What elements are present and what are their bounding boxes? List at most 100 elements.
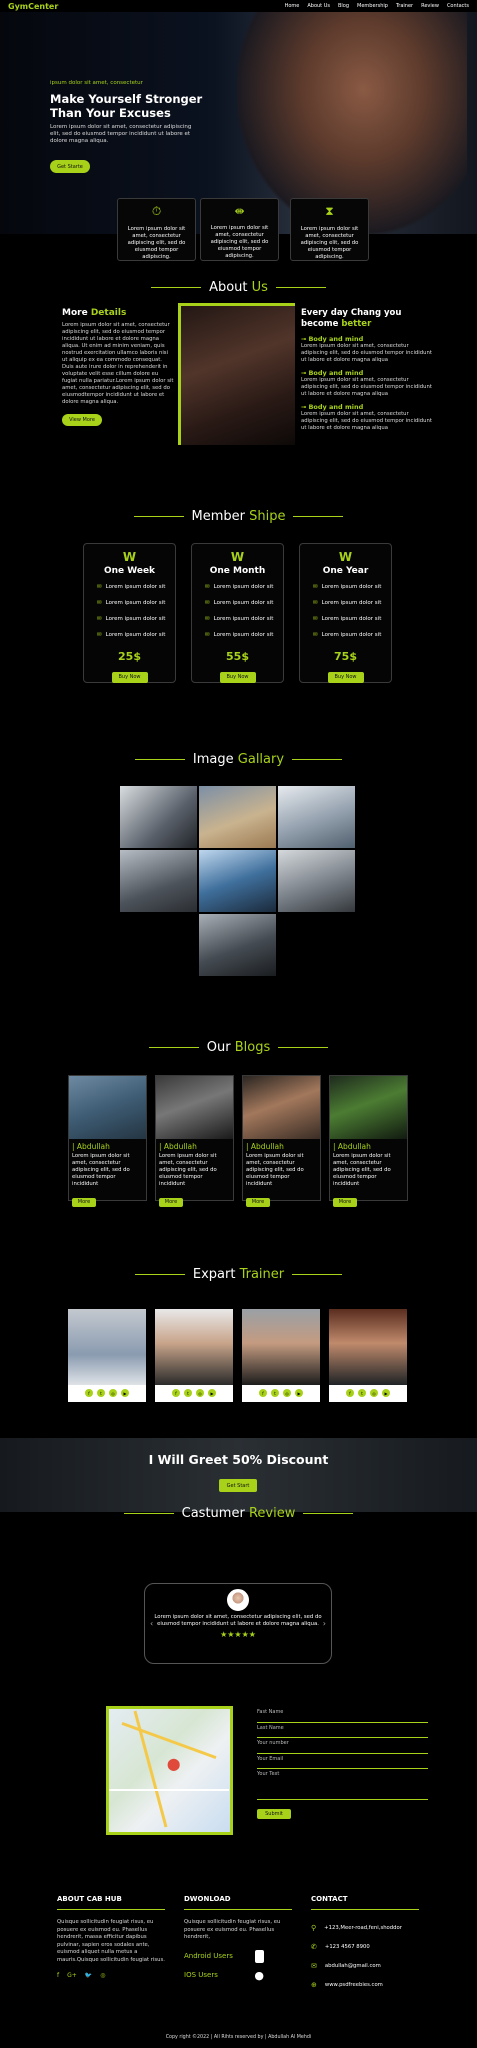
nav-membership[interactable]: Membership: [357, 3, 388, 9]
chevron-left-icon[interactable]: ‹: [150, 1619, 153, 1628]
blog-card: | Abdullah Lorem ipsum dolor sit amet, c…: [68, 1075, 147, 1207]
apple-icon: ●: [254, 1968, 264, 1982]
contact-form: Fast Name Last Name Your number Your Ema…: [257, 1707, 428, 1819]
location-map[interactable]: ⬤: [106, 1706, 233, 1835]
more-button[interactable]: More: [333, 1197, 357, 1207]
blog-card: | Abdullah Lorem ipsum dolor sit amet, c…: [329, 1075, 408, 1207]
plan-price: 75$: [334, 650, 357, 663]
submit-button[interactable]: Submit: [257, 1809, 291, 1819]
feature-card: ⇼ Lorem ipsum dolor sit amet, consectetu…: [200, 198, 279, 261]
facebook-icon[interactable]: f: [346, 1389, 354, 1397]
buy-now-button[interactable]: Buy Now: [219, 671, 256, 683]
phone-icon: ✆: [311, 1942, 317, 1951]
twitter-icon[interactable]: t: [271, 1389, 279, 1397]
chevron-right-icon[interactable]: ›: [323, 1619, 326, 1628]
buy-now-button[interactable]: Buy Now: [111, 671, 148, 683]
ios-link[interactable]: IOS Users: [184, 1971, 218, 1979]
gallery-image[interactable]: [199, 914, 276, 976]
get-started-button[interactable]: Get Starte: [50, 160, 90, 173]
more-button[interactable]: More: [72, 1197, 96, 1207]
view-more-button[interactable]: View More: [62, 414, 102, 426]
twitter-icon[interactable]: t: [97, 1389, 105, 1397]
nav-review[interactable]: Review: [421, 3, 439, 9]
facebook-icon[interactable]: f: [85, 1389, 93, 1397]
google-plus-icon[interactable]: G+: [67, 1972, 77, 1979]
instagram-icon[interactable]: ◎: [370, 1389, 378, 1397]
more-button[interactable]: More: [159, 1197, 183, 1207]
map-pin-icon: ⬤: [167, 1757, 181, 1771]
more-button[interactable]: More: [246, 1197, 270, 1207]
nav-blog[interactable]: Blog: [338, 3, 349, 9]
plan-name: One Month: [209, 566, 266, 576]
blog-card: | Abdullah Lorem ipsum dolor sit amet, c…: [242, 1075, 321, 1207]
trainer-photo: [242, 1309, 320, 1385]
blog-text: Lorem ipsum dolor sit amet, consectetur …: [159, 1153, 217, 1187]
site-logo[interactable]: GymCenter: [8, 2, 58, 11]
message-field[interactable]: Your Text: [257, 1769, 428, 1800]
twitter-icon[interactable]: t: [358, 1389, 366, 1397]
nav-about[interactable]: About Us: [307, 3, 330, 9]
mail-icon: ✉: [311, 1961, 317, 1970]
trainer-card: f t ◎ ▶: [155, 1309, 233, 1402]
email-field[interactable]: Your Email: [257, 1754, 428, 1769]
android-link[interactable]: Android Users: [184, 1952, 233, 1960]
instagram-icon[interactable]: ◎: [196, 1389, 204, 1397]
instagram-icon[interactable]: ◎: [283, 1389, 291, 1397]
trainer-photo: [155, 1309, 233, 1385]
copyright: Copy right ©2022 | All Rihts reserved by…: [165, 2035, 312, 2040]
feature-text: Lorem ipsum dolor sit amet, consectetur …: [127, 226, 186, 260]
blog-image: [330, 1076, 407, 1139]
youtube-icon[interactable]: ▶: [382, 1389, 390, 1397]
blog-author: | Abdullah: [72, 1142, 110, 1151]
twitter-icon[interactable]: 🐦: [85, 1972, 92, 1979]
gallery-image[interactable]: [278, 850, 355, 912]
gallery-image[interactable]: [199, 786, 276, 848]
trainer-card: f t ◎ ▶: [68, 1309, 146, 1402]
gallery-image[interactable]: [278, 786, 355, 848]
dumbbell-icon: ⊸: [301, 335, 307, 343]
youtube-icon[interactable]: ▶: [208, 1389, 216, 1397]
point-text: Lorem ipsum dolor sit amet, consectetur …: [301, 377, 432, 397]
first-name-field[interactable]: Fast Name: [257, 1707, 428, 1723]
instagram-icon[interactable]: ◎: [100, 1972, 105, 1979]
twitter-icon[interactable]: t: [184, 1389, 192, 1397]
nav-trainer[interactable]: Trainer: [396, 3, 413, 9]
nav-contacts[interactable]: Contacts: [447, 3, 469, 9]
gallery-image[interactable]: [120, 850, 197, 912]
number-field[interactable]: Your number: [257, 1738, 428, 1754]
blog-author: | Abdullah: [159, 1142, 197, 1151]
point-text: Lorem ipsum dolor sit amet, consectetur …: [301, 411, 432, 431]
blog-author: | Abdullah: [333, 1142, 371, 1151]
gallery-image[interactable]: [120, 786, 197, 848]
hero-text: Lorem ipsum dolor sit amet, consectetur …: [50, 124, 192, 144]
footer-about-title: ABOUT CAB HUB: [57, 1895, 122, 1903]
plan-price: 25$: [118, 650, 141, 663]
footer-contact: CONTACT ⚲ +123,Meer-road,feni,shoddor ✆ +1…: [311, 1895, 426, 1994]
youtube-icon[interactable]: ▶: [121, 1389, 129, 1397]
point-title: ⊸ Body and mind: [301, 335, 364, 343]
plan-card: W One Month ✉ Lorem ipsum dolor sit ✉ Lorem…: [191, 543, 284, 683]
facebook-icon[interactable]: f: [57, 1972, 59, 1979]
gallery-image[interactable]: [199, 850, 276, 912]
plan-price: 55$: [226, 650, 249, 663]
blogs-title: Our Blogs: [0, 1040, 477, 1055]
point-title: ⊸ Body and mind: [301, 403, 364, 411]
get-start-button[interactable]: Get Start: [219, 1479, 257, 1492]
nav-home[interactable]: Home: [285, 3, 300, 9]
last-name-field[interactable]: Last Name: [257, 1723, 428, 1738]
feature-text: Lorem ipsum dolor sit amet, consectetur …: [210, 225, 269, 259]
plan-icon: W: [230, 550, 245, 564]
review-title: Castumer Review: [0, 1506, 477, 1521]
facebook-icon[interactable]: f: [259, 1389, 267, 1397]
about-details: More Details Lorem ipsum dolor sit amet,…: [62, 308, 174, 426]
facebook-icon[interactable]: f: [172, 1389, 180, 1397]
footer-about-text: Quisque sollicitudin feugiat risus, eu p…: [57, 1919, 165, 1963]
location-icon: ⚲: [311, 1923, 317, 1932]
contact-website: ⊕ www.psdfreebies.com: [311, 1980, 383, 1989]
globe-icon: ⊕: [311, 1980, 317, 1989]
nav-menu: Home About Us Blog Membership Trainer Re…: [285, 3, 469, 9]
instagram-icon[interactable]: ◎: [109, 1389, 117, 1397]
buy-now-button[interactable]: Buy Now: [327, 671, 364, 683]
youtube-icon[interactable]: ▶: [295, 1389, 303, 1397]
about-heading: More Details: [62, 308, 127, 318]
